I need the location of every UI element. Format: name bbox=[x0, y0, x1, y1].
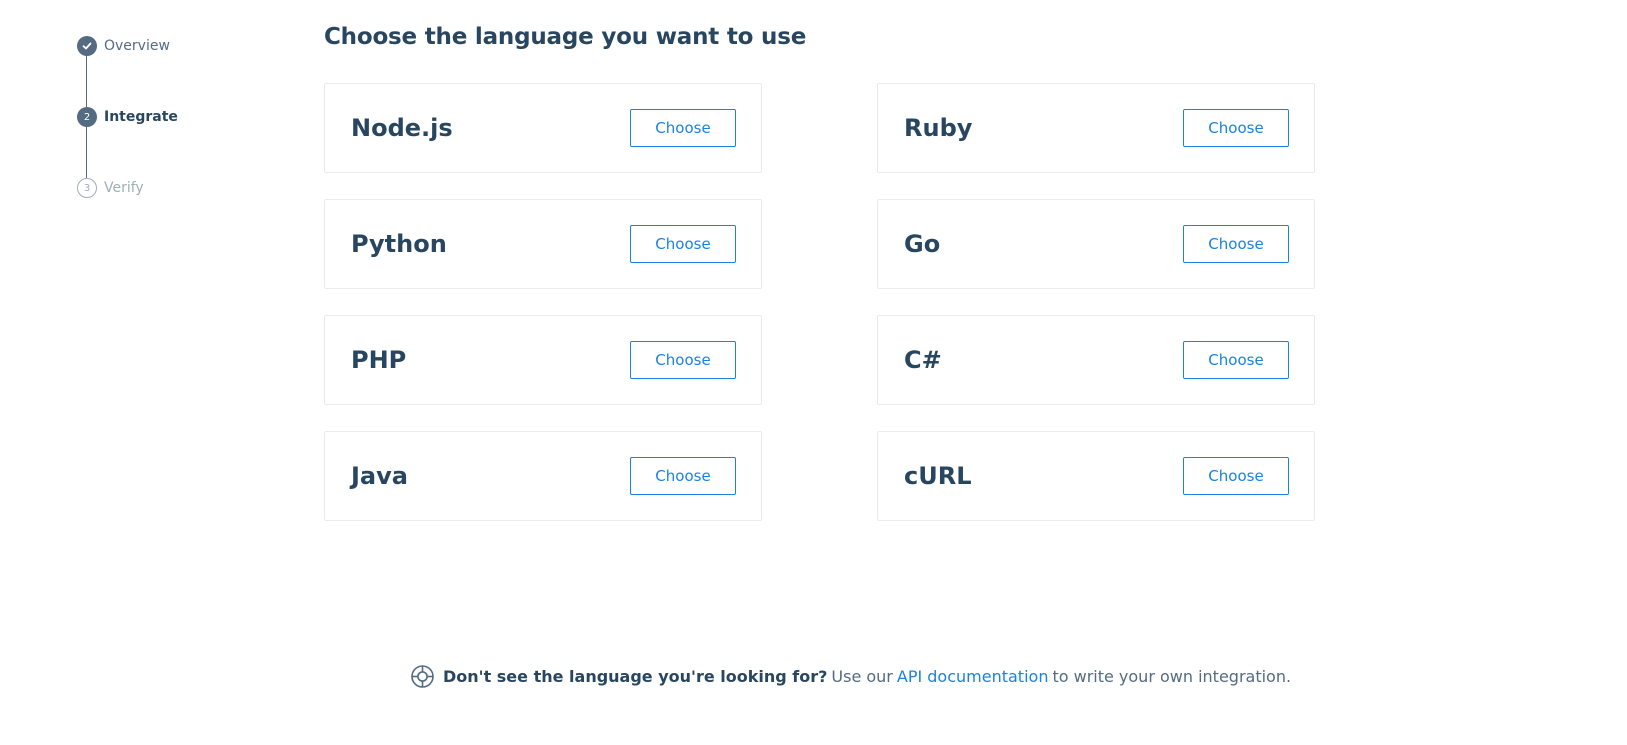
step-label: Overview bbox=[104, 38, 170, 54]
step-integrate[interactable]: 2 Integrate bbox=[77, 107, 178, 127]
language-card-curl: cURL Choose bbox=[877, 431, 1315, 521]
step-verify[interactable]: 3 Verify bbox=[77, 178, 144, 198]
api-documentation-link[interactable]: API documentation bbox=[897, 667, 1049, 686]
step-label: Integrate bbox=[104, 109, 178, 125]
step-overview[interactable]: Overview bbox=[77, 36, 170, 56]
language-card-csharp: C# Choose bbox=[877, 315, 1315, 405]
footer-post-link: to write your own integration. bbox=[1052, 667, 1292, 686]
footer-pre-link: Use our bbox=[831, 667, 893, 686]
language-name: Ruby bbox=[904, 114, 973, 142]
language-name: cURL bbox=[904, 462, 972, 490]
choose-ruby-button[interactable]: Choose bbox=[1183, 109, 1289, 147]
language-card-python: Python Choose bbox=[324, 199, 762, 289]
language-name: Python bbox=[351, 230, 447, 258]
choose-curl-button[interactable]: Choose bbox=[1183, 457, 1289, 495]
choose-nodejs-button[interactable]: Choose bbox=[630, 109, 736, 147]
help-footer: Don't see the language you're looking fo… bbox=[410, 664, 1291, 689]
language-name: Node.js bbox=[351, 114, 453, 142]
footer-question: Don't see the language you're looking fo… bbox=[443, 667, 828, 686]
choose-go-button[interactable]: Choose bbox=[1183, 225, 1289, 263]
stepper-connector bbox=[86, 56, 87, 107]
choose-python-button[interactable]: Choose bbox=[630, 225, 736, 263]
step-number: 2 bbox=[77, 107, 97, 127]
language-name: Java bbox=[351, 462, 408, 490]
stepper-connector bbox=[86, 127, 87, 178]
choose-csharp-button[interactable]: Choose bbox=[1183, 341, 1289, 379]
step-number: 3 bbox=[77, 178, 97, 198]
choose-java-button[interactable]: Choose bbox=[630, 457, 736, 495]
page-title: Choose the language you want to use bbox=[324, 24, 807, 50]
language-name: Go bbox=[904, 230, 941, 258]
lifebuoy-icon bbox=[410, 664, 435, 689]
choose-php-button[interactable]: Choose bbox=[630, 341, 736, 379]
language-name: PHP bbox=[351, 346, 407, 374]
language-card-nodejs: Node.js Choose bbox=[324, 83, 762, 173]
language-card-java: Java Choose bbox=[324, 431, 762, 521]
checkmark-icon bbox=[77, 36, 97, 56]
step-label: Verify bbox=[104, 180, 144, 196]
language-name: C# bbox=[904, 346, 942, 374]
language-card-go: Go Choose bbox=[877, 199, 1315, 289]
language-card-ruby: Ruby Choose bbox=[877, 83, 1315, 173]
language-card-php: PHP Choose bbox=[324, 315, 762, 405]
